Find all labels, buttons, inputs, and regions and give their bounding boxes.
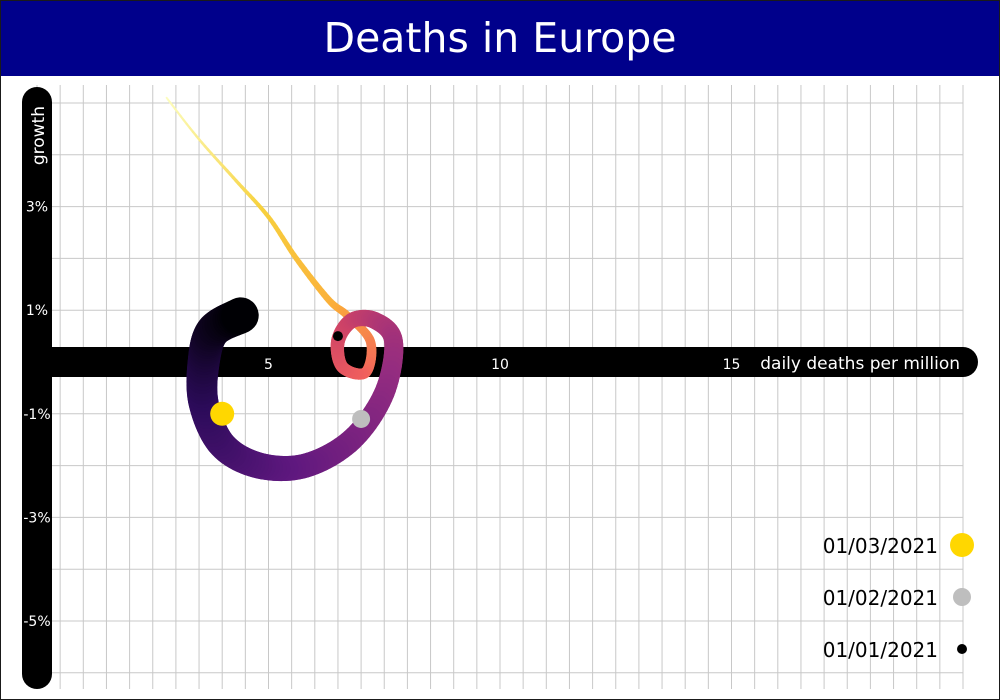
x-tick-label: 5 — [264, 357, 273, 373]
x-tick-label: 15 — [723, 357, 741, 373]
chart-plot: daily deaths per million growth 5 10 15 3% 1% -… — [22, 85, 978, 689]
legend: 01/03/2021 01/02/2021 01/01/2021 — [823, 533, 974, 662]
legend-swatch — [950, 533, 974, 557]
legend-swatch — [957, 644, 967, 654]
trajectory-segment — [221, 297, 259, 335]
legend-label: 01/01/2021 — [823, 638, 938, 662]
y-tick-label: -3% — [23, 510, 50, 526]
x-tick-label: 10 — [491, 357, 509, 373]
date-marker — [210, 401, 235, 426]
legend-label: 01/02/2021 — [823, 586, 938, 610]
y-tick-label: -5% — [23, 614, 50, 630]
x-axis-label: daily deaths per million — [760, 354, 960, 374]
date-marker — [352, 409, 371, 428]
legend-swatch — [953, 588, 971, 606]
y-axis-label: growth — [29, 106, 49, 165]
y-tick-label: 3% — [26, 200, 48, 216]
y-tick-label: 1% — [26, 303, 48, 319]
date-marker — [332, 331, 343, 342]
legend-label: 01/03/2021 — [823, 534, 938, 558]
y-tick-label: -1% — [23, 407, 50, 423]
